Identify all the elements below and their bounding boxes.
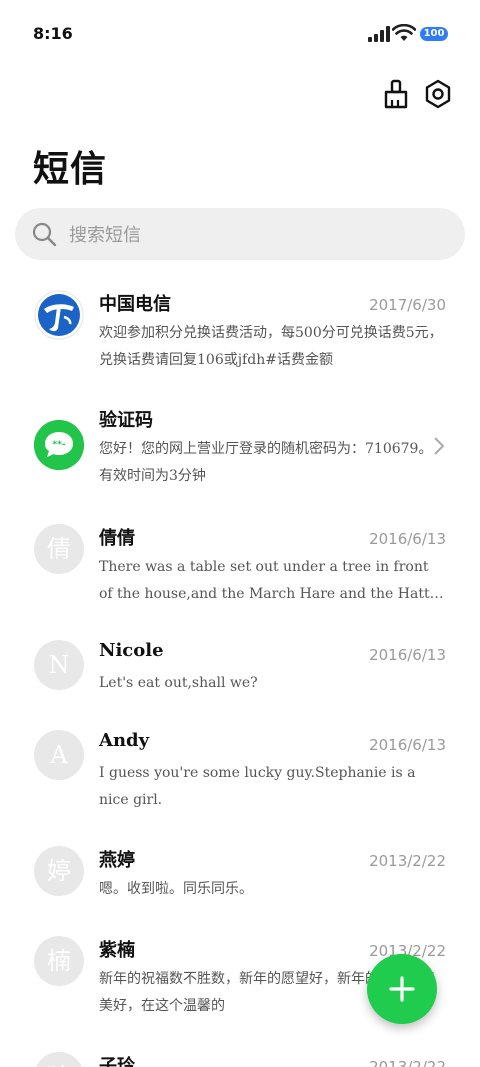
message-date: 2013/2/22 <box>369 1058 446 1067</box>
sender-name: 验证码 <box>99 410 153 431</box>
sender-name: 中国电信 <box>99 294 171 315</box>
verification-chat-icon: **- <box>34 420 84 470</box>
status-time: 8:16 <box>33 24 73 43</box>
message-snippet: 您好！您的网上营业厅登录的随机密码为：710679。有效时间为3分钟 <box>99 441 433 484</box>
search-input[interactable] <box>67 208 451 262</box>
gear-icon[interactable] <box>422 78 454 110</box>
avatar: 楠 <box>34 936 84 986</box>
sender-name: 倩倩 <box>99 528 135 549</box>
avatar: 倩 <box>34 524 84 574</box>
message-row[interactable]: 玲 子玲 2013/2/22 <box>0 1048 480 1067</box>
chevron-right-icon <box>434 437 445 455</box>
avatar: N <box>34 640 84 690</box>
message-snippet: There was a table set out under a tree i… <box>99 559 445 602</box>
avatar: A <box>34 730 84 780</box>
page-title: 短信 <box>33 148 108 190</box>
battery-indicator: 100 <box>420 27 448 41</box>
search-icon <box>32 222 57 247</box>
sender-name: 燕婷 <box>99 850 135 871</box>
message-row[interactable]: 倩 倩倩 2016/6/13 There was a table set out… <box>0 520 480 620</box>
message-date: 2016/6/13 <box>369 646 446 664</box>
broom-icon[interactable] <box>380 78 412 110</box>
compose-button[interactable] <box>367 954 437 1024</box>
avatar: 婷 <box>34 846 84 896</box>
sender-name: Andy <box>99 730 150 751</box>
message-row[interactable]: **- 验证码 您好！您的网上营业厅登录的随机密码为：710679。有效时间为3… <box>0 402 480 502</box>
search-bar[interactable] <box>15 208 465 262</box>
sender-name: 紫楠 <box>99 940 135 961</box>
wifi-icon <box>392 24 416 41</box>
message-snippet: Let's eat out,shall we? <box>99 675 258 691</box>
plus-icon <box>389 976 415 1002</box>
message-date: 2016/6/13 <box>369 736 446 754</box>
message-row[interactable]: A Andy 2016/6/13 I guess you're some luc… <box>0 726 480 826</box>
messages-screen: 8:16 100 短信 搜索短信 中国电信 2017/6/30 欢迎参加积分兑换… <box>0 0 480 1067</box>
sender-name: Nicole <box>99 640 164 661</box>
message-snippet: 嗯。收到啦。同乐同乐。 <box>99 881 253 897</box>
message-row[interactable]: 婷 燕婷 2013/2/22 嗯。收到啦。同乐同乐。 <box>0 842 480 912</box>
message-row[interactable]: 中国电信 2017/6/30 欢迎参加积分兑换话费活动，每500分可兑换话费5元… <box>0 286 480 386</box>
avatar: 玲 <box>34 1052 84 1067</box>
message-date: 2013/2/22 <box>369 852 446 870</box>
svg-text:**-: **- <box>52 440 65 450</box>
message-row[interactable]: N Nicole 2016/6/13 Let's eat out,shall w… <box>0 636 480 706</box>
sender-name: 子玲 <box>99 1056 135 1067</box>
message-snippet: I guess you're some lucky guy.Stephanie … <box>99 765 416 808</box>
china-telecom-logo <box>34 290 84 340</box>
message-snippet: 欢迎参加积分兑换话费活动，每500分可兑换话费5元，兑换话费请回复106或jfd… <box>99 325 443 368</box>
status-bar: 8:16 100 <box>0 0 480 64</box>
message-date: 2016/6/13 <box>369 530 446 548</box>
signal-icon <box>368 26 390 42</box>
message-date: 2017/6/30 <box>369 296 446 314</box>
